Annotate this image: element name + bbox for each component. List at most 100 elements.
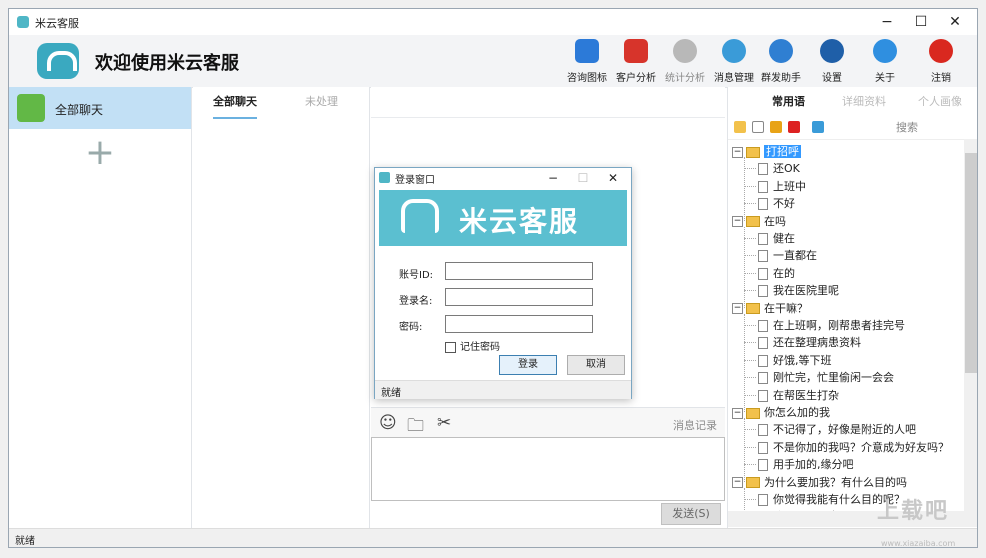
tool-settings-button[interactable]: 设置 — [808, 39, 856, 84]
collapse-icon[interactable]: − — [732, 303, 743, 315]
remember-password-checkbox[interactable]: 记住密码 — [445, 338, 500, 353]
dialog-maximize-button[interactable]: ☐ — [573, 169, 593, 187]
tree-folder-label: 在干嘛？ — [764, 301, 808, 315]
tree-folder-label: 在吗 — [764, 214, 786, 228]
delete-icon[interactable] — [788, 121, 800, 133]
tree-vertical-scrollbar[interactable] — [964, 139, 977, 511]
scrollbar-thumb[interactable] — [965, 153, 977, 373]
tree-folder[interactable]: − 为什么要加我？有什么目的吗 — [732, 474, 907, 491]
sidebar-item-label: 全部聊天 — [55, 103, 104, 117]
add-account-button[interactable]: + — [9, 131, 191, 175]
tree-folder[interactable]: − 在吗 — [732, 213, 786, 230]
edit-icon[interactable] — [770, 121, 782, 133]
tree-phrase-item[interactable]: 在上班啊，刚帮患者挂完号 — [744, 317, 905, 334]
move-icon[interactable] — [812, 121, 824, 133]
brand-logo-icon — [37, 43, 79, 79]
maximize-button[interactable]: ☐ — [909, 13, 933, 31]
tree-phrase-item[interactable]: 在帮医生打杂 — [744, 387, 839, 404]
tree-phrase-label: 不是你加的我吗？介意成为好友吗？ — [773, 440, 949, 454]
welcome-text: 欢迎使用米云客服 — [95, 53, 239, 74]
tool-about-button[interactable]: 关于 — [861, 39, 909, 84]
tree-guide-line — [744, 418, 745, 482]
collapse-icon[interactable]: − — [732, 407, 743, 419]
login-dialog: 登录窗口 − ☐ ✕ 米云客服 账号ID: 登录名: 密码: 记住密码 登录 取… — [374, 167, 632, 399]
document-icon — [758, 337, 768, 350]
tree-phrase-item[interactable]: 好饿,等下班 — [744, 352, 832, 369]
tree-phrase-item[interactable]: 在的 — [744, 265, 795, 282]
folder-icon — [746, 477, 760, 489]
tree-folder[interactable]: − 打招呼 — [732, 143, 801, 160]
tab-profile[interactable]: 个人画像 — [918, 87, 962, 117]
scissors-icon[interactable]: ✂ — [437, 413, 451, 433]
login-name-label: 登录名: — [399, 296, 433, 307]
cancel-button[interactable]: 取消 — [567, 355, 625, 375]
tree-phrase-item[interactable]: 不记得了，好像是附近的人吧 — [744, 421, 916, 438]
banner-brand-text: 米云客服 — [459, 205, 580, 238]
account-id-field[interactable] — [445, 262, 593, 280]
tree-phrase-item[interactable]: 还在整理病患资料 — [744, 334, 861, 351]
tree-phrase-label: 一直都在 — [773, 249, 817, 263]
phrase-toolbar: 搜索 — [728, 117, 977, 140]
send-button[interactable]: 发送(S) — [661, 503, 721, 525]
tree-phrase-item[interactable]: 用手加的,缘分吧 — [744, 456, 854, 473]
tree-guide-line — [744, 313, 745, 412]
tree-phrase-item[interactable]: 还OK — [744, 160, 800, 177]
tab-common-phrases[interactable]: 常用语 — [772, 87, 805, 117]
tab-all-chats[interactable]: 全部聊天 — [213, 87, 257, 119]
tree-phrase-item[interactable]: 不是你加的我吗？介意成为好友吗？ — [744, 439, 949, 456]
document-icon — [758, 163, 768, 176]
login-name-field[interactable] — [445, 288, 593, 306]
tree-phrase-item[interactable]: 一直都在 — [744, 247, 817, 264]
collapse-icon[interactable]: − — [732, 477, 743, 489]
tree-guide-line — [744, 157, 745, 221]
tool-statistics-button[interactable]: 统计分析 — [661, 39, 709, 84]
dialog-status-bar: 就绪 — [375, 380, 631, 399]
tab-pending[interactable]: 未处理 — [305, 87, 338, 117]
tree-folder[interactable]: − 你怎么加的我 — [732, 404, 830, 421]
phrase-tree: − 打招呼 还OK 上班中 不好 − 在吗 健在 一直都在 在的 我在医院里呢 − 在干嘛？ 在上班啊，刚… — [728, 139, 964, 511]
document-icon — [758, 267, 768, 280]
app-logo-icon — [17, 16, 29, 28]
message-history-link[interactable]: 消息记录 — [673, 417, 717, 433]
tree-phrase-item[interactable]: 刚忙完，忙里偷闲一会会 — [744, 369, 894, 386]
tree-folder-label: 打招呼 — [764, 145, 801, 158]
tree-folder-label: 为什么要加我？有什么目的吗 — [764, 475, 907, 489]
chat-header — [371, 87, 725, 118]
document-icon — [758, 459, 768, 472]
gear-icon — [820, 39, 844, 63]
emoji-icon[interactable]: ☺ — [379, 413, 397, 433]
tool-message-manage-button[interactable]: 消息管理 — [710, 39, 758, 84]
tab-details[interactable]: 详细资料 — [842, 87, 886, 117]
dialog-minimize-button[interactable]: − — [543, 169, 563, 187]
document-icon — [758, 285, 768, 298]
close-button[interactable]: ✕ — [943, 13, 967, 31]
minimize-button[interactable]: − — [875, 13, 899, 31]
tool-consult-icon-button[interactable]: 咨询图标 — [563, 39, 611, 84]
folder-icon — [746, 146, 760, 158]
collapse-icon[interactable]: − — [732, 146, 743, 158]
add-folder-icon[interactable] — [734, 121, 746, 133]
tool-broadcast-button[interactable]: 群发助手 — [757, 39, 805, 84]
checkbox-box[interactable] — [445, 341, 456, 353]
password-field[interactable] — [445, 315, 593, 333]
collapse-icon[interactable]: − — [732, 216, 743, 228]
login-button[interactable]: 登录 — [499, 355, 557, 375]
folder-icon — [746, 303, 760, 315]
tree-phrase-item[interactable]: 不好 — [744, 195, 795, 212]
tree-phrase-item[interactable]: 上班中 — [744, 178, 806, 195]
dialog-status-text: 就绪 — [381, 388, 401, 399]
dialog-title-bar: 登录窗口 − ☐ ✕ — [375, 168, 631, 188]
tree-phrase-item[interactable]: 健在 — [744, 230, 795, 247]
app-window: 米云客服 − ☐ ✕ 欢迎使用米云客服 咨询图标 客户分析 统计分析 消息管理 … — [8, 8, 978, 548]
title-bar: 米云客服 − ☐ ✕ — [9, 9, 977, 35]
tree-phrase-item[interactable]: 我在医院里呢 — [744, 282, 839, 299]
watermark-url: www.xiazaiba.com — [881, 539, 956, 548]
tool-logout-button[interactable]: 注销 — [917, 39, 965, 84]
tool-customer-analysis-button[interactable]: 客户分析 — [612, 39, 660, 84]
message-input[interactable] — [371, 437, 725, 501]
add-phrase-icon[interactable] — [752, 121, 764, 133]
sidebar-item-all-chats[interactable]: 全部聊天 — [9, 87, 191, 129]
search-input[interactable]: 搜索 — [896, 119, 918, 135]
dialog-close-button[interactable]: ✕ — [603, 169, 623, 187]
tree-phrase-label: 在的 — [773, 266, 795, 280]
